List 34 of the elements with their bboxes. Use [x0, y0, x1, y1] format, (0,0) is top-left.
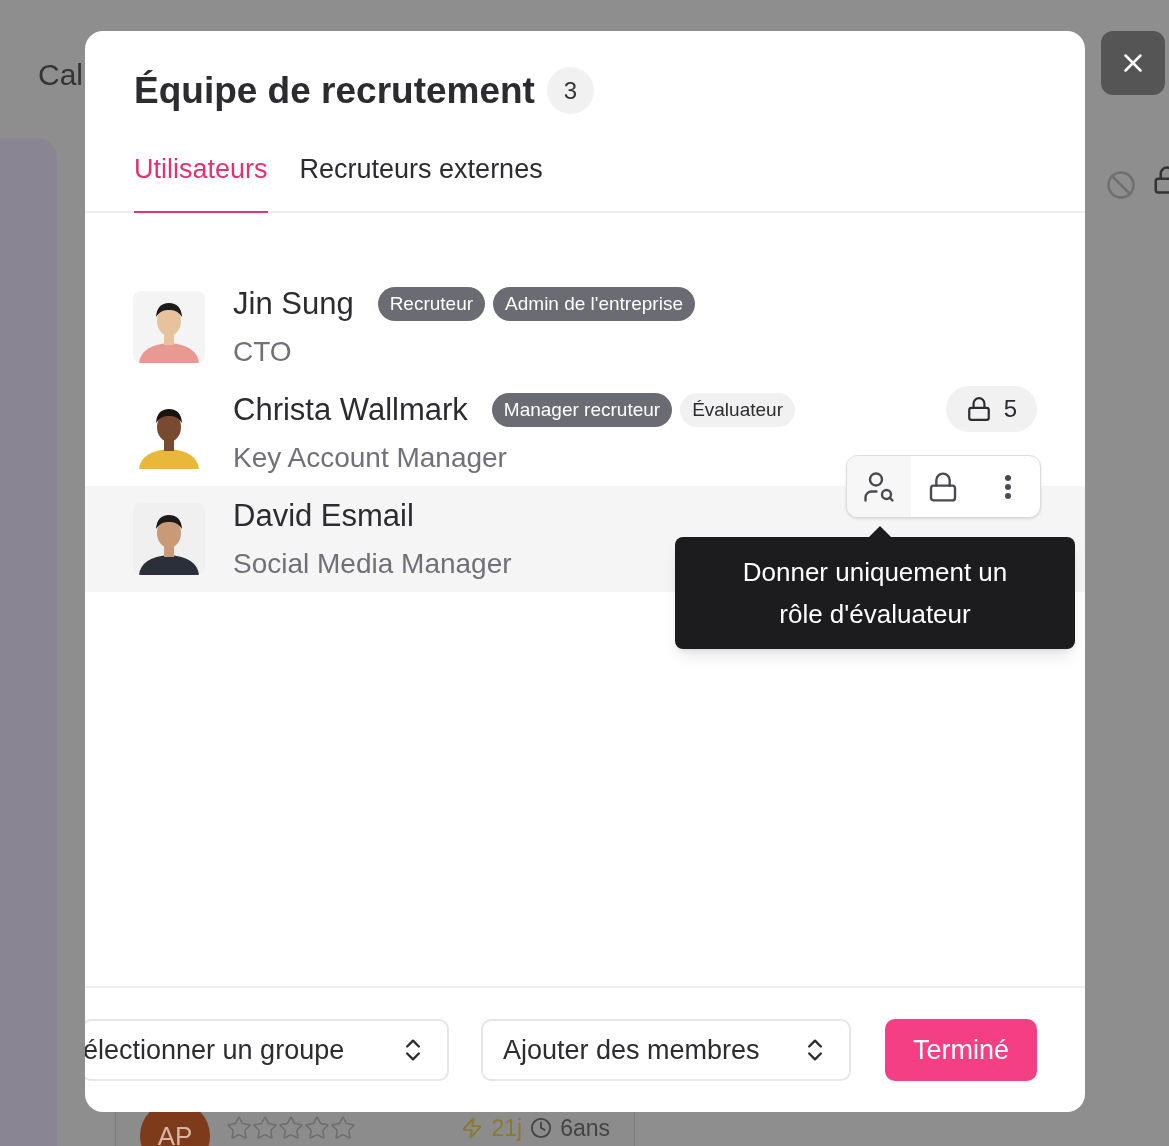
close-button[interactable] [1101, 31, 1165, 95]
role-tag: Admin de l'entreprise [493, 286, 695, 322]
role-tag: Manager recruteur [491, 392, 673, 428]
member-title: Key Account Manager [233, 441, 507, 476]
reviewer-role-button[interactable] [847, 456, 912, 517]
member-title: CTO [233, 335, 292, 370]
days-label: 21j [491, 1115, 523, 1141]
star-icon [304, 1115, 330, 1141]
ban-icon [1106, 170, 1136, 200]
members-select[interactable]: Ajouter des membres [481, 1019, 851, 1081]
member-name: Christa Wallmark [233, 390, 468, 429]
star-icon [226, 1115, 252, 1141]
tooltip-arrow-icon [868, 526, 892, 538]
member-title: Social Media Manager [233, 547, 512, 582]
star-icon [252, 1115, 278, 1141]
star-icon [278, 1115, 304, 1141]
age-label: 6ans [560, 1115, 610, 1141]
clock-icon [530, 1117, 553, 1139]
more-icon [1003, 473, 1012, 500]
role-tag: Évaluateur [680, 392, 795, 428]
count-badge: 3 [546, 67, 594, 115]
role-tag: Recruteur [377, 286, 486, 322]
tab[interactable]: Utilisateurs [134, 148, 268, 213]
lock-icon [965, 396, 992, 422]
modal-title: Équipe de recrutement [134, 69, 535, 113]
member-name: David Esmail [233, 496, 414, 535]
star-icon [330, 1115, 356, 1141]
member-name: Jin Sung [233, 284, 354, 323]
page-heading: Cal [38, 58, 83, 91]
lock-count-badge[interactable]: 5 [945, 386, 1037, 432]
tab[interactable]: Recruteurs externes [299, 148, 543, 213]
done-button[interactable]: Terminé [885, 1019, 1037, 1081]
group-select[interactable]: électionner un groupe [85, 1019, 449, 1081]
lightning-icon [461, 1117, 484, 1139]
